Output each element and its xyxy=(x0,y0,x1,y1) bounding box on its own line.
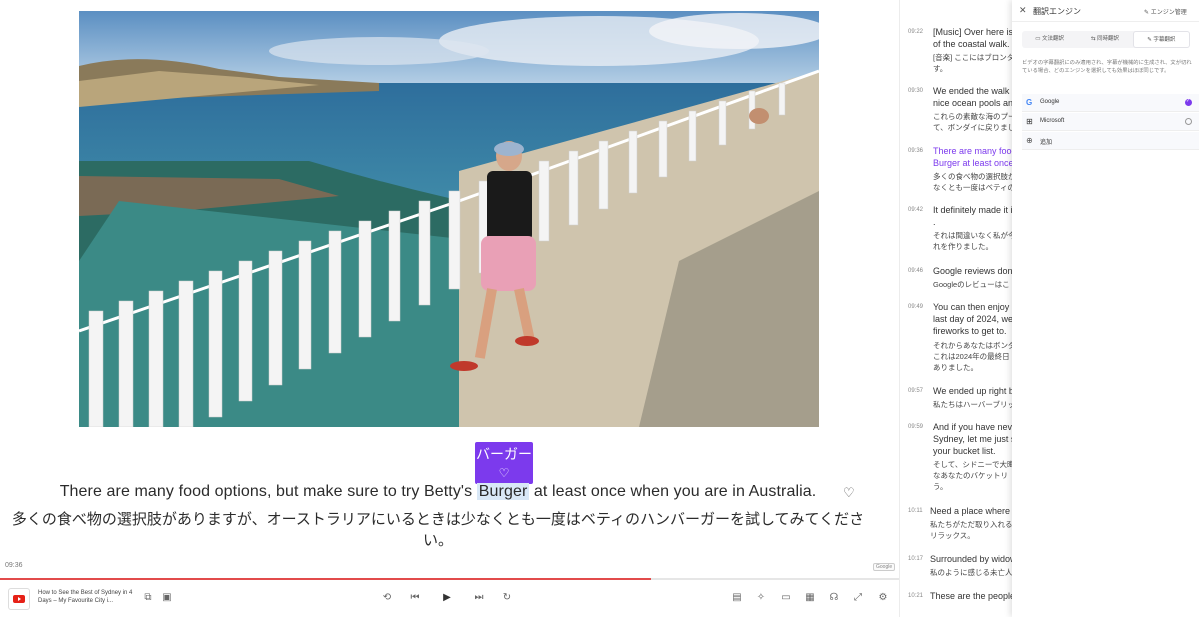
favorite-heart-icon[interactable]: ♡ xyxy=(843,485,855,501)
heart-icon[interactable]: ♡ xyxy=(475,467,533,479)
tab-grammar-translation[interactable]: ▭ 文法翻訳 xyxy=(1022,31,1077,48)
popup-word: バーガー xyxy=(476,446,532,462)
app: バーガー ♡ There are many food options, but … xyxy=(0,0,1199,617)
entry-time[interactable]: 09:30 xyxy=(908,88,923,94)
video-title[interactable]: How to See the Best of Sydney in 4 Days … xyxy=(38,589,133,605)
engine-radio-selected[interactable] xyxy=(1185,98,1192,106)
engine-management-link[interactable]: ✎ エンジン管理 xyxy=(1144,7,1187,16)
engine-management-label: エンジン管理 xyxy=(1150,10,1187,16)
entry-time[interactable]: 09:22 xyxy=(908,29,923,35)
engine-radio[interactable] xyxy=(1185,118,1192,125)
subtitle-english: There are many food options, but make su… xyxy=(0,483,876,501)
video-player: バーガー ♡ There are many food options, but … xyxy=(0,0,899,617)
entry-time[interactable]: 09:46 xyxy=(908,268,923,274)
engine-option-add[interactable]: ⊕ 追加 xyxy=(1022,132,1199,150)
panel-header: ✕ 翻訳エンジン ✎ エンジン管理 xyxy=(1012,0,1199,22)
video-scene xyxy=(79,11,819,427)
tab-label: 同時翻訳 xyxy=(1097,36,1120,42)
entry-time[interactable]: 10:17 xyxy=(908,556,923,562)
subtitle-highlight-word[interactable]: Burger xyxy=(476,483,530,500)
entry-time[interactable]: 09:59 xyxy=(908,424,923,430)
layout-icon[interactable]: ▦ xyxy=(803,591,817,605)
engine-name: 追加 xyxy=(1040,140,1053,146)
google-icon: G xyxy=(1026,98,1033,107)
entry-time[interactable]: 10:21 xyxy=(908,593,923,599)
external-link-icon[interactable]: ⧉ xyxy=(141,591,155,605)
previous-icon[interactable]: ⏮ xyxy=(408,591,422,605)
engine-option-google[interactable]: G Google xyxy=(1022,94,1199,112)
player-controls: How to See the Best of Sydney in 4 Days … xyxy=(0,580,899,617)
add-icon: ⊕ xyxy=(1026,136,1033,145)
entry-time[interactable]: 09:57 xyxy=(908,388,923,394)
entry-time[interactable]: 09:36 xyxy=(908,148,923,154)
panel-title: 翻訳エンジン xyxy=(1033,7,1081,16)
ai-sparkle-icon[interactable]: ✧ xyxy=(754,591,768,605)
settings-icon[interactable]: ⚙ xyxy=(876,591,890,605)
subtitle-mode-icon[interactable]: ▤ xyxy=(730,591,744,605)
picture-in-picture-icon[interactable]: ▣ xyxy=(160,591,174,605)
translation-mode-tabs: ▭ 文法翻訳 ⇆ 同時翻訳 ✎ 字幕翻訳 xyxy=(1022,31,1190,48)
engine-option-microsoft[interactable]: ⊞ Microsoft xyxy=(1022,113,1199,131)
grammar-icon: ▭ xyxy=(1035,36,1041,42)
simultaneous-icon: ⇆ xyxy=(1090,36,1096,42)
close-icon[interactable]: ✕ xyxy=(1019,5,1027,16)
tab-subtitle-translation[interactable]: ✎ 字幕翻訳 xyxy=(1132,31,1190,48)
tab-simultaneous-translation[interactable]: ⇆ 同時翻訳 xyxy=(1077,31,1132,48)
translation-engine-panel: ✕ 翻訳エンジン ✎ エンジン管理 ▭ 文法翻訳 ⇆ 同時翻訳 ✎ 字幕翻訳 ビ… xyxy=(1012,0,1199,617)
subtitle-text-before[interactable]: There are many food options, but make su… xyxy=(60,483,477,500)
tab-label: 文法翻訳 xyxy=(1042,36,1065,42)
entry-time[interactable]: 09:42 xyxy=(908,207,923,213)
captions-icon[interactable]: ▭ xyxy=(779,591,793,605)
entry-time[interactable]: 09:49 xyxy=(908,304,923,310)
replay-icon[interactable]: ↻ xyxy=(500,591,514,605)
fullscreen-icon[interactable]: ⤢ xyxy=(851,591,865,605)
current-time: 09:36 xyxy=(5,562,23,569)
edit-icon: ✎ xyxy=(1144,10,1150,16)
headphones-icon[interactable]: ☊ xyxy=(827,591,841,605)
engine-name: Microsoft xyxy=(1040,118,1065,124)
word-popup[interactable]: バーガー ♡ xyxy=(475,442,533,484)
tab-label: 字幕翻訳 xyxy=(1153,37,1176,43)
subtitle-icon: ✎ xyxy=(1147,37,1152,43)
entry-time[interactable]: 10:11 xyxy=(908,508,923,514)
next-icon[interactable]: ⏭ xyxy=(472,591,486,605)
play-icon[interactable]: ▶ xyxy=(440,591,454,605)
subtitle-text-after[interactable]: at least once when you are in Australia. xyxy=(529,483,816,500)
panel-description: ビデオの字幕翻訳にのみ適用され、字幕が機械的に生成され、文が切れている場合、どの… xyxy=(1022,60,1192,74)
youtube-logo-icon[interactable] xyxy=(8,588,30,610)
engine-badge: Google xyxy=(873,563,896,571)
video-frame[interactable] xyxy=(79,11,819,427)
windows-icon: ⊞ xyxy=(1026,117,1033,126)
subtitle-japanese[interactable]: 多くの食べ物の選択肢がありますが、オーストラリアにいるときは少なくとも一度はベテ… xyxy=(0,508,876,550)
loop-icon[interactable]: ⟲ xyxy=(380,591,394,605)
engine-name: Google xyxy=(1040,99,1060,105)
